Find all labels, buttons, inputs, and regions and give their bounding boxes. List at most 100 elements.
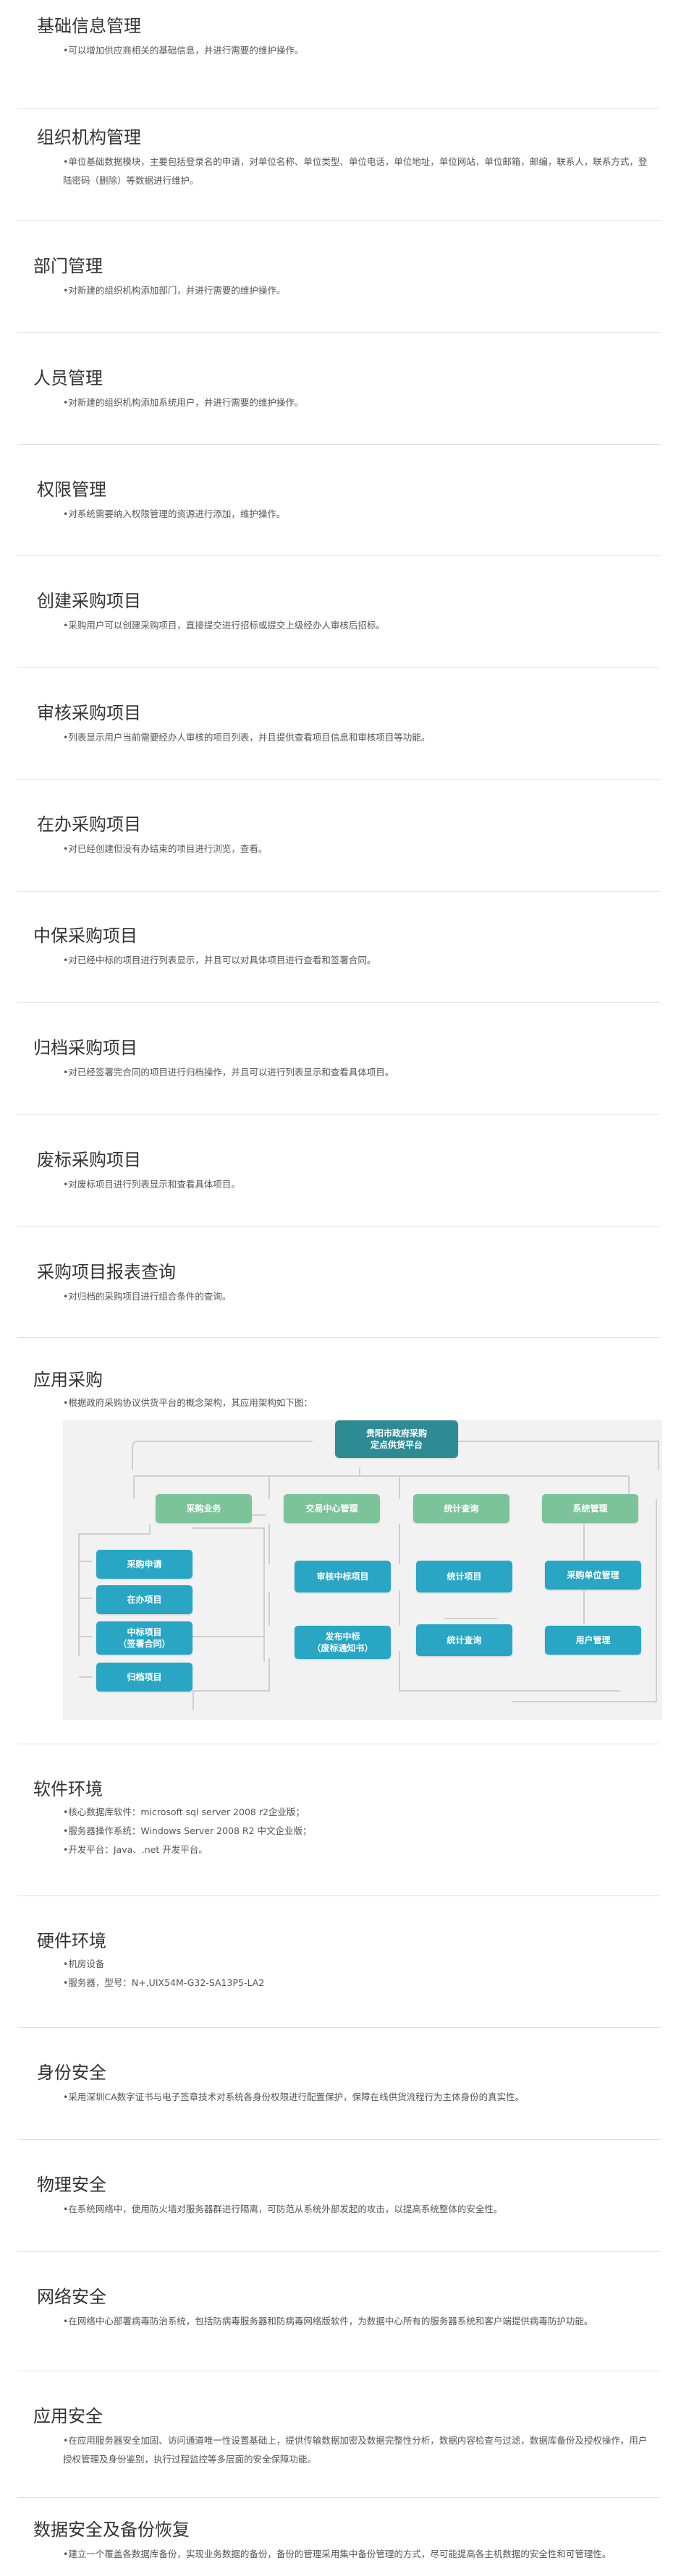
section-dept: 部门管理 •对新建的组织机构添加部门，并进行需要的维护操作。 (17, 221, 660, 333)
section-org: 组织机构管理 •单位基础数据模块，主要包括登录名的申请，对单位名称、单位类型、单… (17, 108, 660, 221)
section-title: 网络安全 (37, 2287, 106, 2307)
diagram-node-unit-admin: 采购单位管理 (545, 1560, 641, 1590)
section-review-project: 审核采购项目 •列表显示用户当前需要经办人审核的项目列表，并且提供查看项目信息和… (17, 668, 660, 780)
section-identity-security: 身份安全 •采用深圳CA数字证书与电子签章技术对系统各身份权限进行配置保护，保障… (17, 2028, 660, 2140)
section-desc: •采用深圳CA数字证书与电子签章技术对系统各身份权限进行配置保护，保障在线供货流… (63, 2088, 660, 2107)
desc-line: •机房设备 (63, 1958, 105, 1969)
desc-line: •开发平台：Java、.net 开发平台。 (63, 1843, 208, 1855)
section-title: 物理安全 (37, 2175, 106, 2195)
section-desc: •对新建的组织机构添加部门，并进行需要的维护操作。 (63, 281, 660, 300)
section-app-security: 应用安全 •在应用服务器安全加固、访问通道唯一性设置基础上，提供传输数据加密及数… (17, 2371, 660, 2498)
diagram-node-purchase-request: 采购申请 (96, 1549, 192, 1579)
page: 基础信息管理 •可以增加供应商相关的基础信息，并进行需要的维护操作。 组织机构管… (0, 0, 673, 2576)
desc-line: •对新建的组织机构添加系统用户，并进行需要的维护操作。 (63, 396, 304, 408)
desc-line: •对系统需要纳入权限管理的资源进行添加，维护操作。 (63, 508, 286, 519)
section-title: 组织机构管理 (37, 127, 141, 148)
section-desc: •对系统需要纳入权限管理的资源进行添加，维护操作。 (63, 505, 660, 524)
diagram-node-user-admin: 用户管理 (545, 1625, 641, 1655)
section-desc: •对废标项目进行列表显示和查看具体项目。 (63, 1175, 660, 1194)
desc-line: •服务器操作系统：Windows Server 2008 R2 中文企业版； (63, 1825, 312, 1836)
desc-line: •在网络中心部署病毒防治系统，包括防病毒服务器和防病毒网络版软件，为数据中心所有… (63, 2315, 593, 2326)
section-app-procurement: 应用采购 •根据政府采购协议供货平台的概念架构，其应用架构如下图： 贵阳市政府采… (17, 1338, 662, 1744)
section-basic-info: 基础信息管理 •可以增加供应商相关的基础信息，并进行需要的维护操作。 (17, 0, 660, 108)
diagram-node-platform: 贵阳市政府采购 定点供货平台 (335, 1420, 458, 1458)
section-desc: •采购用户可以创建采购项目，直接提交进行招标或提交上级经办人审核后招标。 (63, 616, 660, 635)
section-personnel: 人员管理 •对新建的组织机构添加系统用户，并进行需要的维护操作。 (17, 333, 660, 445)
diagram-node-won-project: 中标项目 （签署合同） (96, 1621, 192, 1655)
desc-line: •对已经签署完合同的项目进行归档操作，并且可以进行列表显示和查看具体项目。 (63, 1066, 394, 1078)
section-desc: •可以增加供应商相关的基础信息，并进行需要的维护操作。 (63, 41, 660, 60)
section-network-security: 网络安全 •在网络中心部署病毒防治系统，包括防病毒服务器和防病毒网络版软件，为数… (17, 2252, 660, 2371)
section-title: 人员管理 (33, 368, 103, 388)
section-title: 身份安全 (37, 2063, 106, 2083)
section-desc: •对已经创建但没有办结束的项目进行浏览，查看。 (63, 840, 660, 858)
section-desc: •在网络中心部署病毒防治系统，包括防病毒服务器和防病毒网络版软件，为数据中心所有… (63, 2312, 653, 2331)
section-title: 软件环境 (33, 1779, 103, 1799)
desc-line: •单位基础数据模块，主要包括登录名的申请，对单位名称、单位类型、单位电话，单位地… (63, 155, 648, 186)
desc-line: •对归档的采购项目进行组合条件的查询。 (63, 1290, 232, 1302)
section-title: 数据安全及备份恢复 (33, 2520, 190, 2540)
diagram-node-stat-query-top: 统计查询 (413, 1493, 509, 1523)
section-title: 审核采购项目 (37, 703, 141, 723)
section-desc: •对已经签署完合同的项目进行归档操作，并且可以进行列表显示和查看具体项目。 (63, 1063, 660, 1082)
diagram-node-archive-project: 归档项目 (96, 1662, 192, 1692)
desc-line: •采购用户可以创建采购项目，直接提交进行招标或提交上级经办人审核后招标。 (63, 619, 385, 631)
diagram-node-system-admin: 系统管理 (542, 1493, 638, 1523)
section-title: 应用安全 (33, 2406, 103, 2426)
section-abandoned-project: 废标采购项目 •对废标项目进行列表显示和查看具体项目。 (17, 1115, 660, 1227)
desc-line: •在系统网络中，使用防火墙对服务器群进行隔离，可防范从系统外部发起的攻击，以提高… (63, 2203, 503, 2214)
desc-line: •对新建的组织机构添加部门，并进行需要的维护操作。 (63, 284, 286, 296)
section-desc: •对归档的采购项目进行组合条件的查询。 (63, 1287, 660, 1306)
section-won-project: 中保采购项目 •对已经中标的项目进行列表显示，并且可以对具体项目进行查看和签署合… (17, 892, 660, 1003)
desc-line: •列表显示用户当前需要经办人审核的项目列表，并且提供查看项目信息和审核项目等功能… (63, 731, 431, 743)
desc-line: •对废标项目进行列表显示和查看具体项目。 (63, 1178, 240, 1190)
section-title: 中保采购项目 (33, 926, 137, 946)
section-report-query: 采购项目报表查询 •对归档的采购项目进行组合条件的查询。 (17, 1227, 660, 1338)
diagram-node-publish-winning: 发布中标 （废标通知书） (295, 1625, 391, 1659)
desc-line: •对已经创建但没有办结束的项目进行浏览，查看。 (63, 843, 268, 854)
section-desc: •在应用服务器安全加固、访问通道唯一性设置基础上，提供传输数据加密及数据完整性分… (63, 2431, 653, 2469)
desc-line: •建立一个覆盖各数据库备份，实现业务数据的备份，备份的管理采用集中备份管理的方式… (63, 2548, 611, 2559)
section-desc: •根据政府采购协议供货平台的概念架构，其应用架构如下图： (63, 1394, 660, 1412)
section-desc: •建立一个覆盖各数据库备份，实现业务数据的备份，备份的管理采用集中备份管理的方式… (63, 2545, 653, 2564)
section-title: 部门管理 (33, 256, 103, 276)
architecture-diagram: 贵阳市政府采购 定点供货平台 采购业务 交易中心管理 统计查询 系统管理 采购申… (63, 1419, 662, 1720)
section-desc: •对已经中标的项目进行列表显示，并且可以对具体项目进行查看和签署合同。 (63, 951, 660, 970)
section-archive-project: 归档采购项目 •对已经签署完合同的项目进行归档操作，并且可以进行列表显示和查看具… (17, 1003, 660, 1115)
section-desc: •单位基础数据模块，主要包括登录名的申请，对单位名称、单位类型、单位电话，单位地… (63, 153, 656, 190)
section-title: 归档采购项目 (33, 1038, 137, 1058)
section-desc: •机房设备 •服务器，型号：N+,UIX54M-G32-SA13P5-LA2 (63, 1955, 660, 1992)
section-title: 在办采购项目 (37, 814, 141, 835)
desc-line: •可以增加供应商相关的基础信息，并进行需要的维护操作。 (63, 44, 304, 56)
section-create-project: 创建采购项目 •采购用户可以创建采购项目，直接提交进行招标或提交上级经办人审核后… (17, 556, 660, 668)
diagram-node-review-winning: 审核中标项目 (295, 1560, 391, 1592)
desc-line: •对已经中标的项目进行列表显示，并且可以对具体项目进行查看和签署合同。 (63, 954, 376, 965)
section-physical-security: 物理安全 •在系统网络中，使用防火墙对服务器群进行隔离，可防范从系统外部发起的攻… (17, 2140, 660, 2252)
section-data-backup: 数据安全及备份恢复 •建立一个覆盖各数据库备份，实现业务数据的备份，备份的管理采… (17, 2498, 660, 2576)
section-title: 创建采购项目 (37, 591, 141, 611)
desc-line: •采用深圳CA数字证书与电子签章技术对系统各身份权限进行配置保护，保障在线供货流… (63, 2091, 525, 2102)
section-desc: •列表显示用户当前需要经办人审核的项目列表，并且提供查看项目信息和审核项目等功能… (63, 728, 660, 747)
section-title: 应用采购 (33, 1370, 103, 1390)
section-title: 废标采购项目 (37, 1150, 141, 1170)
diagram-node-ongoing-project: 在办项目 (96, 1585, 192, 1614)
diagram-node-stat-project: 统计项目 (416, 1560, 512, 1592)
section-title: 采购项目报表查询 (37, 1262, 176, 1282)
desc-line: •在应用服务器安全加固、访问通道唯一性设置基础上，提供传输数据加密及数据完整性分… (63, 2434, 648, 2465)
desc-line: •服务器，型号：N+,UIX54M-G32-SA13P5-LA2 (63, 1976, 265, 1988)
section-desc: •对新建的组织机构添加系统用户，并进行需要的维护操作。 (63, 393, 660, 412)
section-title: 基础信息管理 (37, 16, 141, 36)
diagram-node-procurement-business: 采购业务 (156, 1493, 252, 1523)
diagram-node-trade-center: 交易中心管理 (284, 1493, 380, 1523)
section-hardware-env: 硬件环境 •机房设备 •服务器，型号：N+,UIX54M-G32-SA13P5-… (17, 1896, 660, 2028)
diagram-node-stat-query: 统计查询 (416, 1624, 512, 1656)
section-software-env: 软件环境 •核心数据库软件：microsoft sql server 2008 … (17, 1744, 660, 1896)
section-title: 权限管理 (37, 479, 106, 500)
section-desc: •核心数据库软件：microsoft sql server 2008 r2企业版… (63, 1803, 660, 1859)
section-ongoing-project: 在办采购项目 •对已经创建但没有办结束的项目进行浏览，查看。 (17, 780, 660, 892)
desc-line: •根据政府采购协议供货平台的概念架构，其应用架构如下图： (63, 1396, 313, 1408)
section-permission: 权限管理 •对系统需要纳入权限管理的资源进行添加，维护操作。 (17, 445, 660, 556)
section-title: 硬件环境 (37, 1931, 106, 1951)
section-desc: •在系统网络中，使用防火墙对服务器群进行隔离，可防范从系统外部发起的攻击，以提高… (63, 2200, 660, 2219)
desc-line: •核心数据库软件：microsoft sql server 2008 r2企业版… (63, 1806, 305, 1817)
